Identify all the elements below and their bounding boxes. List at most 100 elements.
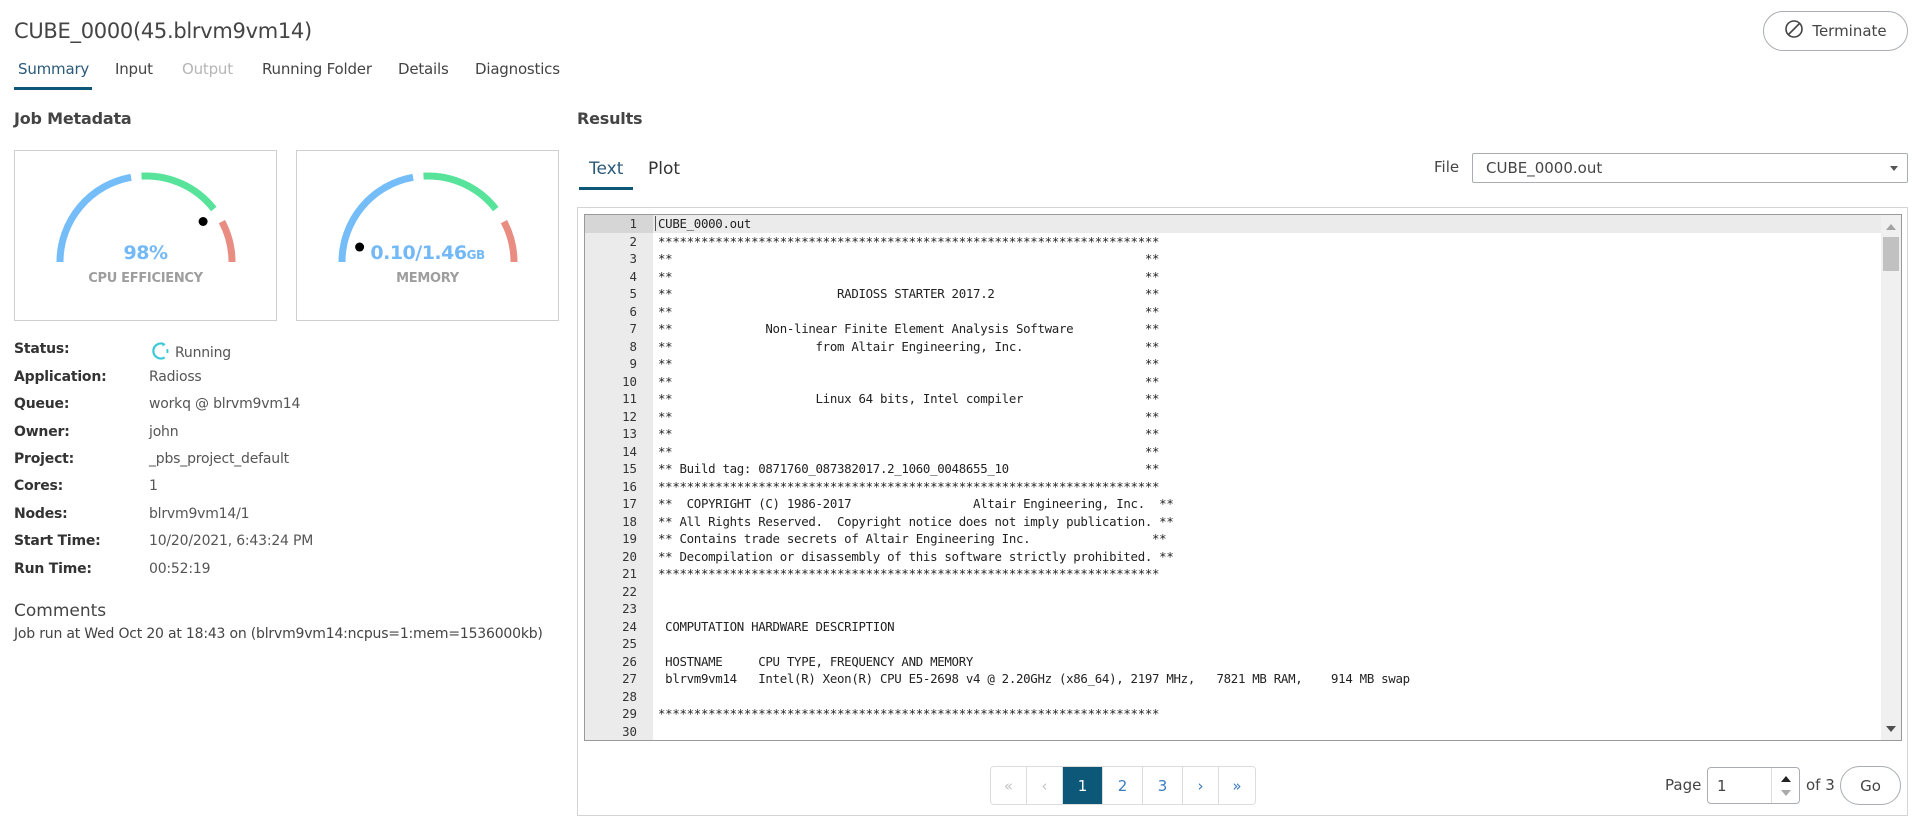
text-viewer[interactable]: 1 CUBE_0000.out 2 *************************…	[584, 214, 1902, 741]
code-line: 16 **************************************…	[585, 478, 1883, 496]
code-line: 9 ** **	[585, 355, 1883, 373]
line-text: ** **	[658, 443, 1160, 459]
active-tab-indicator	[14, 87, 92, 90]
meta-label: Cores:	[14, 478, 64, 494]
memory-gauge: 0.10/1.46GB MEMORY	[296, 150, 559, 321]
line-number: 29	[622, 706, 637, 721]
code-line: 6 ** **	[585, 303, 1883, 321]
page-spinner[interactable]	[1771, 768, 1799, 803]
meta-row-cores: Cores: 1	[14, 478, 554, 500]
line-number: 25	[622, 636, 637, 651]
meta-row-application: Application: Radioss	[14, 369, 554, 391]
meta-label: Project:	[14, 451, 75, 467]
next-page-button[interactable]: ›	[1183, 767, 1219, 804]
vertical-scrollbar[interactable]	[1881, 215, 1901, 740]
subtab-plot[interactable]: Plot	[648, 159, 680, 179]
go-button[interactable]: Go	[1840, 766, 1901, 805]
gauge-indicator-dot	[198, 216, 208, 226]
code-line: 7 ** Non-linear Finite Element Analysis S…	[585, 320, 1883, 338]
line-text: ** **	[658, 373, 1160, 389]
tab-input[interactable]: Input	[115, 60, 153, 78]
line-text: ** Linux 64 bits, Intel compiler **	[658, 391, 1160, 406]
line-number: 26	[622, 653, 637, 669]
meta-label: Queue:	[14, 396, 70, 412]
tab-details[interactable]: Details	[398, 60, 449, 78]
decrement-icon[interactable]	[1781, 790, 1791, 796]
tab-output[interactable]: Output	[182, 60, 233, 78]
code-line: 21 **************************************…	[585, 565, 1883, 583]
code-line: 29 **************************************…	[585, 705, 1883, 723]
page-button-1[interactable]: 1	[1063, 767, 1103, 804]
last-page-button[interactable]: »	[1219, 767, 1255, 804]
tab-summary[interactable]: Summary	[18, 60, 89, 78]
line-number: 11	[622, 391, 637, 406]
gauge-mid-segment	[141, 172, 217, 212]
line-number: 24	[622, 618, 637, 634]
line-number: 30	[622, 723, 637, 739]
file-select[interactable]: CUBE_0000.out	[1472, 153, 1908, 183]
page-number-stepper[interactable]	[1707, 767, 1800, 804]
tab-running-folder[interactable]: Running Folder	[262, 60, 372, 78]
line-text: ****************************************…	[658, 566, 1160, 581]
meta-row-status: Status: Running	[14, 341, 554, 363]
line-number: 14	[622, 443, 637, 459]
active-subtab-indicator	[579, 187, 633, 190]
status-value: Running	[151, 341, 231, 365]
meta-row-start-time: Start Time: 10/20/2021, 6:43:24 PM	[14, 533, 554, 555]
status-text: Running	[175, 345, 231, 361]
line-number: 28	[622, 688, 637, 704]
line-text: COMPUTATION HARDWARE DESCRIPTION	[658, 618, 895, 634]
meta-label: Start Time:	[14, 533, 101, 549]
line-text: ** All Rights Reserved. Copyright notice…	[658, 513, 1174, 529]
line-text: ****************************************…	[658, 706, 1160, 721]
meta-label: Status:	[14, 341, 70, 357]
meta-label: Owner:	[14, 424, 70, 440]
line-number: 9	[629, 356, 637, 371]
pagination: « ‹ 1 2 3 › »	[990, 766, 1256, 805]
line-text: ** **	[658, 268, 1160, 284]
meta-label: Nodes:	[14, 506, 68, 522]
scroll-up-icon[interactable]	[1886, 224, 1896, 230]
page-button-2[interactable]: 2	[1103, 767, 1143, 804]
meta-value: Radioss	[149, 369, 202, 385]
line-number: 13	[622, 426, 637, 441]
increment-icon[interactable]	[1781, 776, 1791, 782]
first-page-button[interactable]: «	[991, 767, 1027, 804]
line-number: 16	[622, 478, 637, 494]
prev-page-button[interactable]: ‹	[1027, 767, 1063, 804]
code-line: 1 CUBE_0000.out	[585, 215, 1883, 233]
scrollbar-thumb[interactable]	[1883, 237, 1899, 271]
line-text: ** Non-linear Finite Element Analysis So…	[658, 321, 1160, 336]
line-text: ****************************************…	[658, 233, 1160, 249]
scroll-down-icon[interactable]	[1886, 726, 1896, 732]
line-text: ** **	[658, 408, 1160, 424]
meta-value: 00:52:19	[149, 561, 211, 577]
line-number: 12	[622, 408, 637, 424]
terminate-label: Terminate	[1812, 22, 1887, 40]
cpu-gauge-chart	[56, 172, 236, 263]
terminate-button[interactable]: Terminate	[1763, 11, 1908, 51]
code-line: 18 ** All Rights Reserved. Copyright noti…	[585, 513, 1883, 531]
page-number-input[interactable]	[1709, 769, 1771, 802]
file-label: File	[1434, 158, 1460, 176]
tab-diagnostics[interactable]: Diagnostics	[475, 60, 560, 78]
code-line: 17 ** COPYRIGHT (C) 1986-2017 Altair Engi…	[585, 495, 1883, 513]
page-label: Page	[1665, 776, 1702, 794]
chevron-down-icon	[1890, 166, 1898, 171]
line-text: CUBE_0000.out	[658, 216, 752, 231]
line-number: 27	[622, 671, 637, 686]
code-line: 15 ** Build tag: 0871760_087382017.2_1060…	[585, 460, 1883, 478]
subtab-text[interactable]: Text	[589, 159, 623, 179]
line-text: ** Build tag: 0871760_087382017.2_1060_0…	[658, 461, 1160, 476]
cpu-efficiency-label: CPU EFFICIENCY	[88, 271, 203, 286]
line-number: 20	[622, 548, 637, 564]
line-number: 10	[622, 373, 637, 389]
page-button-3[interactable]: 3	[1143, 767, 1183, 804]
code-line: 25	[585, 635, 1883, 653]
file-select-value: CUBE_0000.out	[1486, 159, 1603, 177]
code-line: 14 ** **	[585, 443, 1883, 461]
line-number: 4	[629, 268, 637, 284]
memory-value: 0.10/1.46GB	[370, 242, 485, 264]
line-number: 8	[629, 338, 637, 354]
line-number: 23	[622, 601, 637, 616]
